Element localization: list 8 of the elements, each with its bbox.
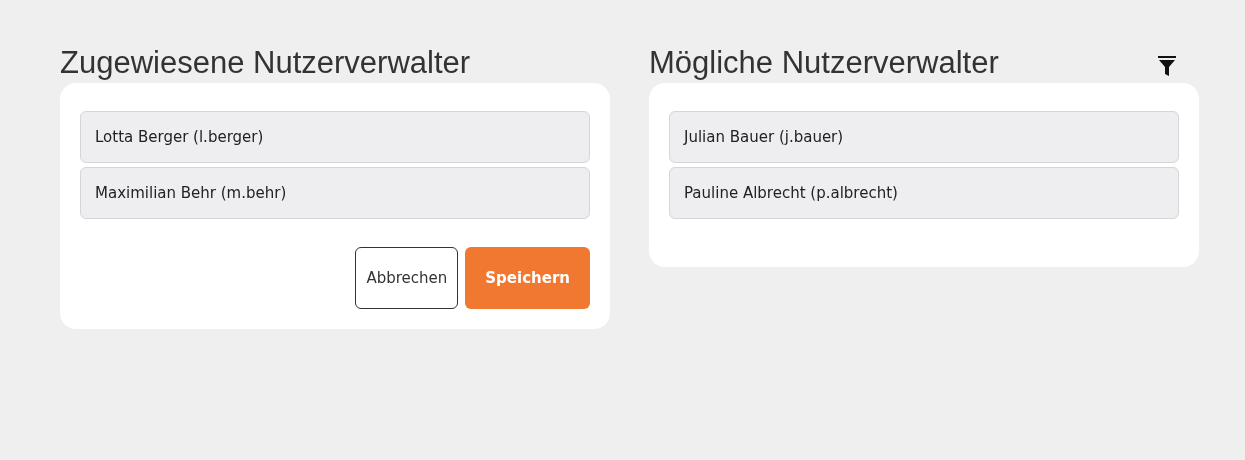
list-item[interactable]: Maximilian Behr (m.behr) (80, 167, 590, 219)
filter-icon[interactable] (1157, 55, 1177, 77)
list-item[interactable]: Lotta Berger (l.berger) (80, 111, 590, 163)
list-item[interactable]: Pauline Albrecht (p.albrecht) (669, 167, 1179, 219)
section-title: Mögliche Nutzerverwalter (649, 44, 999, 82)
list-item[interactable]: Julian Bauer (j.bauer) (669, 111, 1179, 163)
cancel-button[interactable]: Abbrechen (355, 247, 459, 309)
section-title: Zugewiesene Nutzerverwalter (60, 44, 471, 82)
